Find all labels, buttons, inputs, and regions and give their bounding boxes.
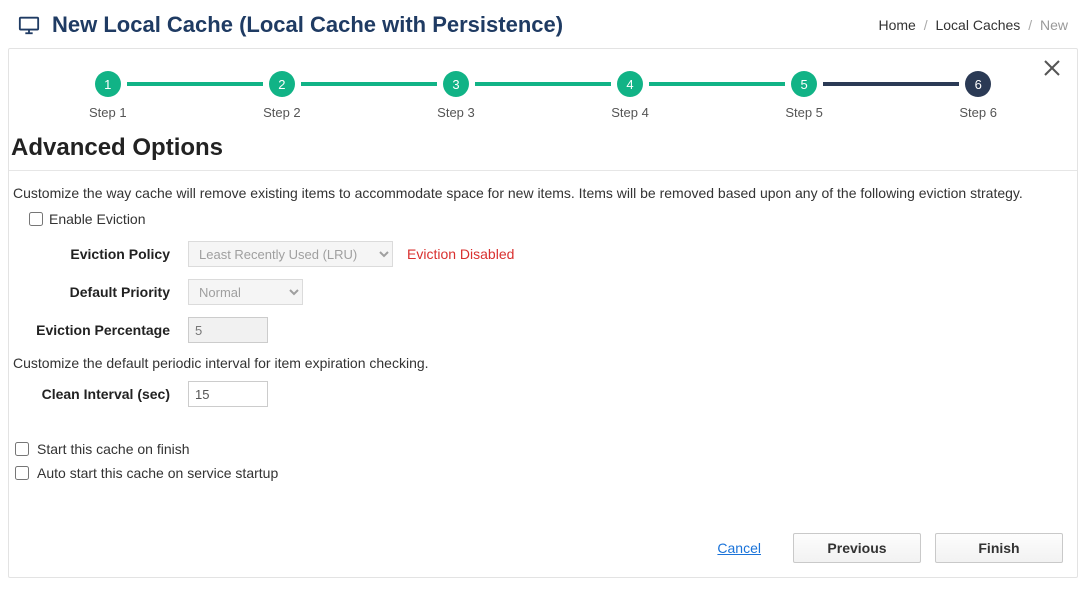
step-circle: 6 (965, 71, 991, 97)
step-connector (475, 82, 611, 86)
eviction-disabled-warning: Eviction Disabled (407, 246, 514, 262)
auto-start-checkbox[interactable] (15, 466, 29, 480)
step-6[interactable]: 6 Step 6 (959, 71, 997, 120)
clean-interval-label: Clean Interval (sec) (13, 386, 188, 402)
breadcrumb-home[interactable]: Home (878, 17, 915, 33)
step-2[interactable]: 2 Step 2 (263, 71, 301, 120)
eviction-percentage-label: Eviction Percentage (13, 322, 188, 338)
step-connector (127, 82, 263, 86)
eviction-policy-label: Eviction Policy (13, 246, 188, 262)
default-priority-label: Default Priority (13, 284, 188, 300)
step-4[interactable]: 4 Step 4 (611, 71, 649, 120)
monitor-icon (18, 14, 40, 36)
cancel-link[interactable]: Cancel (717, 540, 761, 556)
default-priority-select[interactable]: Normal (188, 279, 303, 305)
step-circle: 2 (269, 71, 295, 97)
step-circle: 4 (617, 71, 643, 97)
section-title: Advanced Options (9, 120, 1077, 170)
step-1[interactable]: 1 Step 1 (89, 71, 127, 120)
wizard-panel: 1 Step 1 2 Step 2 3 Step 3 4 Step 4 5 St… (8, 48, 1078, 578)
step-label: Step 6 (959, 105, 997, 120)
enable-eviction-row: Enable Eviction (29, 211, 1073, 227)
wizard-footer: Cancel Previous Finish (717, 533, 1063, 563)
step-label: Step 5 (785, 105, 823, 120)
enable-eviction-checkbox[interactable] (29, 212, 43, 226)
eviction-description: Customize the way cache will remove exis… (13, 185, 1073, 201)
close-button[interactable] (1037, 57, 1067, 83)
start-on-finish-row: Start this cache on finish (13, 441, 1073, 457)
stepper: 1 Step 1 2 Step 2 3 Step 3 4 Step 4 5 St… (9, 71, 1077, 120)
step-5[interactable]: 5 Step 5 (785, 71, 823, 120)
step-label: Step 4 (611, 105, 649, 120)
breadcrumb: Home / Local Caches / New (878, 17, 1068, 33)
step-3[interactable]: 3 Step 3 (437, 71, 475, 120)
clean-interval-row: Clean Interval (sec) (13, 381, 1073, 407)
header-left: New Local Cache (Local Cache with Persis… (18, 12, 563, 38)
eviction-percentage-row: Eviction Percentage (13, 317, 1073, 343)
page-header: New Local Cache (Local Cache with Persis… (0, 0, 1086, 48)
eviction-policy-row: Eviction Policy Least Recently Used (LRU… (13, 241, 1073, 267)
breadcrumb-current: New (1040, 17, 1068, 33)
step-label: Step 2 (263, 105, 301, 120)
clean-interval-input[interactable] (188, 381, 268, 407)
step-connector (823, 82, 959, 86)
eviction-policy-select[interactable]: Least Recently Used (LRU) (188, 241, 393, 267)
form-content: Customize the way cache will remove exis… (9, 185, 1077, 481)
enable-eviction-label: Enable Eviction (49, 211, 146, 227)
breadcrumb-sep: / (1024, 17, 1036, 33)
breadcrumb-local-caches[interactable]: Local Caches (935, 17, 1020, 33)
step-circle: 5 (791, 71, 817, 97)
auto-start-row: Auto start this cache on service startup (13, 465, 1073, 481)
clean-description: Customize the default periodic interval … (13, 355, 1073, 371)
page-title: New Local Cache (Local Cache with Persis… (52, 12, 563, 38)
divider (9, 170, 1077, 171)
step-label: Step 1 (89, 105, 127, 120)
start-on-finish-label: Start this cache on finish (37, 441, 190, 457)
eviction-percentage-input[interactable] (188, 317, 268, 343)
finish-button[interactable]: Finish (935, 533, 1063, 563)
previous-button[interactable]: Previous (793, 533, 921, 563)
breadcrumb-sep: / (920, 17, 932, 33)
start-on-finish-checkbox[interactable] (15, 442, 29, 456)
step-circle: 1 (95, 71, 121, 97)
step-label: Step 3 (437, 105, 475, 120)
start-options: Start this cache on finish Auto start th… (13, 441, 1073, 481)
default-priority-row: Default Priority Normal (13, 279, 1073, 305)
auto-start-label: Auto start this cache on service startup (37, 465, 278, 481)
step-circle: 3 (443, 71, 469, 97)
step-connector (301, 82, 437, 86)
step-connector (649, 82, 785, 86)
